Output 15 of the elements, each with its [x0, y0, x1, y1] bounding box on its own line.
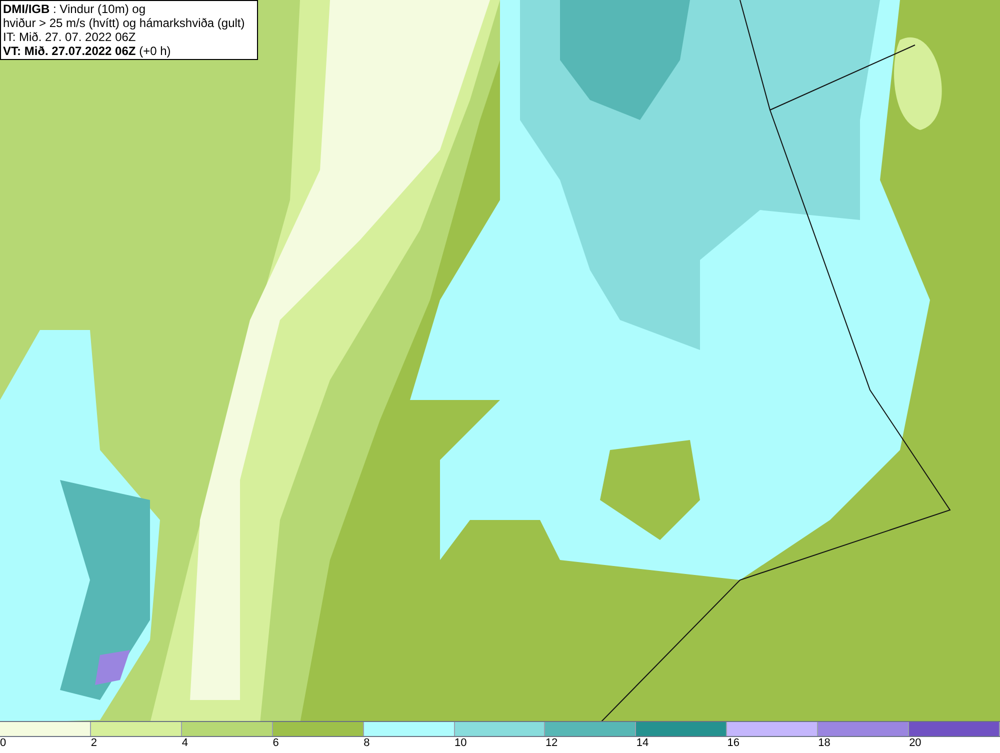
- scale-label: 2: [90, 737, 98, 750]
- scale-label: 4: [182, 737, 188, 750]
- caption-text: VT: Mið. 27.07.2022 06Z (+0 h): [3, 44, 172, 58]
- scale-label: 0: [0, 737, 6, 750]
- scale-label: 20: [909, 737, 922, 750]
- scale-label: 10: [454, 737, 467, 750]
- scale-label: 8: [364, 737, 370, 750]
- scale-label: 18: [818, 737, 830, 750]
- scale-label: 14: [636, 737, 649, 750]
- title-text: DMI/IGB : Vindur (10m) og: [3, 2, 146, 16]
- caption-text: hviður > 25 m/s (hvítt) og hámarkshviða (gult): [3, 16, 246, 30]
- caption-text: IT: Mið. 27. 07. 2022 06Z: [3, 30, 137, 44]
- scale-label: 6: [272, 737, 279, 750]
- scale-label: 16: [727, 737, 740, 750]
- scale-label: 12: [545, 737, 558, 750]
